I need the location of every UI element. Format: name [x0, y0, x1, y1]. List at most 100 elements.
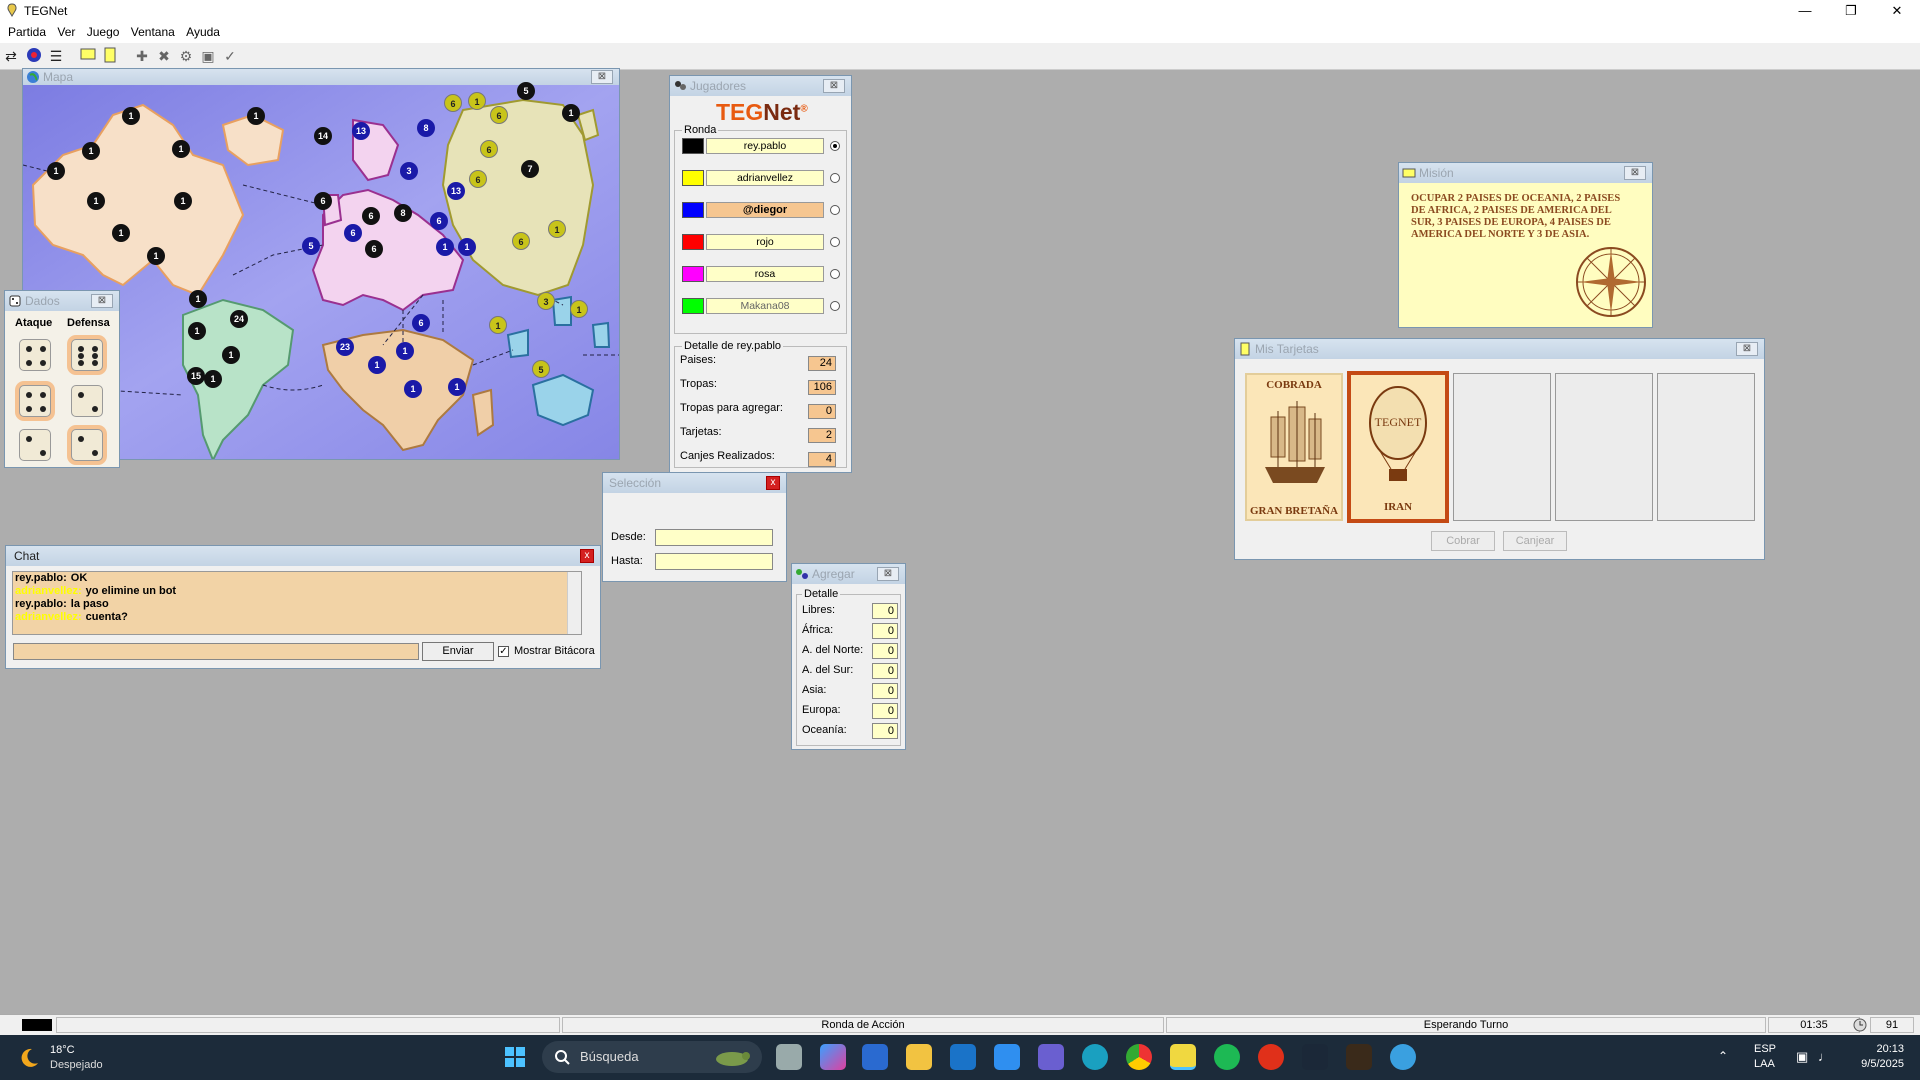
- teams-icon[interactable]: [1038, 1044, 1064, 1070]
- edge-icon[interactable]: [1082, 1044, 1108, 1070]
- army-token[interactable]: 6: [444, 94, 462, 112]
- army-token[interactable]: 1: [122, 107, 140, 125]
- chat-log[interactable]: rey.pablo: OK adrianvellez: yo elimine un b…: [12, 571, 582, 635]
- store-icon[interactable]: [862, 1044, 888, 1070]
- dice-close-button[interactable]: ⊠: [91, 294, 113, 308]
- chat-close-button[interactable]: x: [580, 549, 594, 563]
- cards-get-icon[interactable]: ▣: [198, 47, 218, 66]
- army-token[interactable]: 6: [344, 224, 362, 242]
- army-token[interactable]: 8: [417, 119, 435, 137]
- tray-chevron-icon[interactable]: ⌃: [1718, 1049, 1728, 1063]
- tegnet-task-icon[interactable]: [1170, 1044, 1196, 1070]
- player-turn-radio[interactable]: [830, 141, 840, 151]
- chat-scrollbar[interactable]: [567, 572, 581, 634]
- task-view-icon[interactable]: [776, 1044, 802, 1070]
- army-token[interactable]: 6: [512, 232, 530, 250]
- selection-close-button[interactable]: x: [766, 476, 780, 490]
- menu-juego[interactable]: Juego: [79, 22, 120, 43]
- mission-icon[interactable]: [78, 47, 98, 66]
- todo-icon[interactable]: [994, 1044, 1020, 1070]
- army-token[interactable]: 8: [394, 204, 412, 222]
- army-token[interactable]: 1: [548, 220, 566, 238]
- player-turn-radio[interactable]: [830, 301, 840, 311]
- show-log-checkbox[interactable]: ✓: [498, 646, 509, 657]
- army-token[interactable]: 6: [480, 140, 498, 158]
- cards-close-button[interactable]: ⊠: [1736, 342, 1758, 356]
- menu-partida[interactable]: Partida: [0, 22, 46, 43]
- maximize-button[interactable]: ❐: [1828, 0, 1874, 22]
- army-token[interactable]: 1: [404, 380, 422, 398]
- windows-start-icon[interactable]: [504, 1046, 526, 1068]
- army-token[interactable]: 24: [230, 310, 248, 328]
- vivaldi-icon[interactable]: [1346, 1044, 1372, 1070]
- lang-layout[interactable]: LAA: [1754, 1058, 1775, 1070]
- army-token[interactable]: 5: [302, 237, 320, 255]
- army-token[interactable]: 6: [365, 240, 383, 258]
- add-icon[interactable]: ✚: [132, 47, 152, 66]
- army-token[interactable]: 6: [314, 192, 332, 210]
- army-token[interactable]: 1: [188, 322, 206, 340]
- army-token[interactable]: 1: [489, 316, 507, 334]
- army-token[interactable]: 1: [396, 342, 414, 360]
- army-token[interactable]: 13: [352, 122, 370, 140]
- spotify-icon[interactable]: [1214, 1044, 1240, 1070]
- army-token[interactable]: 1: [570, 300, 588, 318]
- army-token[interactable]: 14: [314, 127, 332, 145]
- add-close-button[interactable]: ⊠: [877, 567, 899, 581]
- connect-icon[interactable]: ⇄: [1, 47, 21, 66]
- army-token[interactable]: 1: [448, 378, 466, 396]
- army-token[interactable]: 1: [468, 92, 486, 110]
- army-token[interactable]: 6: [469, 170, 487, 188]
- army-token[interactable]: 1: [82, 142, 100, 160]
- mission-close-button[interactable]: ⊠: [1624, 166, 1646, 180]
- army-token[interactable]: 1: [47, 162, 65, 180]
- add-region-value[interactable]: 0: [872, 723, 898, 739]
- army-token[interactable]: 1: [436, 238, 454, 256]
- volume-icon[interactable]: ♩: [1818, 1049, 1831, 1064]
- army-token[interactable]: 23: [336, 338, 354, 356]
- network-icon[interactable]: ▣: [1796, 1049, 1808, 1065]
- army-token[interactable]: 6: [430, 212, 448, 230]
- add-region-value[interactable]: 0: [872, 663, 898, 679]
- player-turn-radio[interactable]: [830, 269, 840, 279]
- army-token[interactable]: 1: [204, 370, 222, 388]
- hasta-field[interactable]: [655, 553, 773, 570]
- steam-icon[interactable]: [1302, 1044, 1328, 1070]
- close-window-button[interactable]: ✕: [1874, 0, 1920, 22]
- army-token[interactable]: 1: [368, 356, 386, 374]
- send-button[interactable]: Enviar: [422, 642, 494, 661]
- add-region-value[interactable]: 0: [872, 643, 898, 659]
- army-token[interactable]: 3: [537, 292, 555, 310]
- app-icon[interactable]: [1390, 1044, 1416, 1070]
- cobrar-button[interactable]: Cobrar: [1431, 531, 1495, 551]
- army-token[interactable]: 5: [517, 82, 535, 100]
- attack-icon[interactable]: ✖: [154, 47, 174, 66]
- canjear-button[interactable]: Canjear: [1503, 531, 1567, 551]
- menu-ventana[interactable]: Ventana: [123, 22, 175, 43]
- map-close-button[interactable]: ⊠: [591, 70, 613, 84]
- army-token[interactable]: 5: [532, 360, 550, 378]
- card-iran[interactable]: TEGNET IRAN: [1347, 371, 1449, 523]
- clock-time[interactable]: 20:13: [1860, 1043, 1904, 1055]
- search-box[interactable]: Búsqueda: [542, 1041, 762, 1073]
- minimize-button[interactable]: —: [1782, 0, 1828, 22]
- player-turn-radio[interactable]: [830, 237, 840, 247]
- list-icon[interactable]: ☰: [46, 47, 66, 66]
- clock-date[interactable]: 9/5/2025: [1852, 1058, 1904, 1070]
- army-token[interactable]: 1: [172, 140, 190, 158]
- add-region-value[interactable]: 0: [872, 603, 898, 619]
- outlook-icon[interactable]: [950, 1044, 976, 1070]
- player-turn-radio[interactable]: [830, 173, 840, 183]
- army-token[interactable]: 3: [400, 162, 418, 180]
- explorer-icon[interactable]: [906, 1044, 932, 1070]
- card-gran-bretana[interactable]: COBRADA GRAN BRETAÑA: [1245, 373, 1343, 521]
- add-region-value[interactable]: 0: [872, 703, 898, 719]
- chat-input[interactable]: [13, 643, 419, 660]
- lang-code[interactable]: ESP: [1754, 1043, 1776, 1055]
- army-token[interactable]: 6: [362, 207, 380, 225]
- army-token[interactable]: 7: [521, 160, 539, 178]
- copilot-icon[interactable]: [820, 1044, 846, 1070]
- army-token[interactable]: 1: [247, 107, 265, 125]
- army-token[interactable]: 1: [222, 346, 240, 364]
- army-token[interactable]: 1: [189, 290, 207, 308]
